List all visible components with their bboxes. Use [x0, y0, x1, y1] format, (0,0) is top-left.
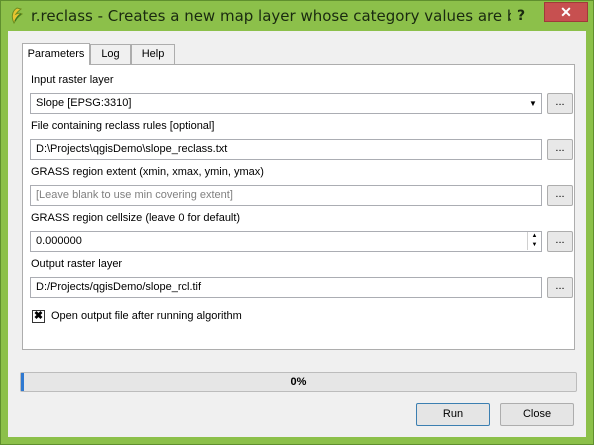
region-extent-browse-button[interactable]: ...	[547, 185, 573, 206]
progress-bar: 0%	[20, 372, 577, 392]
spin-down-icon[interactable]: ▼	[527, 241, 541, 250]
close-button[interactable]: Close	[500, 403, 574, 426]
output-raster-input[interactable]: D:/Projects/qgisDemo/slope_rcl.tif	[30, 277, 542, 298]
spin-up-icon[interactable]: ▲	[527, 232, 541, 241]
cellsize-spinbox[interactable]: 0.000000 ▲ ▼	[30, 231, 542, 252]
open-output-checkbox[interactable]: ✖	[32, 310, 45, 323]
dialog-body: Parameters Log Help Input raster layer S…	[8, 31, 586, 437]
window-close-button[interactable]: ✕	[544, 2, 588, 22]
input-raster-value: Slope [EPSG:3310]	[36, 97, 132, 109]
output-raster-browse-button[interactable]: ...	[547, 277, 573, 298]
qgis-logo-icon	[9, 7, 25, 25]
cellsize-label: GRASS region cellsize (leave 0 for defau…	[31, 212, 241, 224]
rules-file-input[interactable]: D:\Projects\qgisDemo\slope_reclass.txt	[30, 139, 542, 160]
input-raster-browse-button[interactable]: ...	[547, 93, 573, 114]
tab-help[interactable]: Help	[131, 44, 175, 65]
region-extent-input[interactable]: [Leave blank to use min covering extent]	[30, 185, 542, 206]
region-extent-label: GRASS region extent (xmin, xmax, ymin, y…	[31, 166, 264, 178]
rules-file-label: File containing reclass rules [optional]	[31, 120, 215, 132]
cellsize-browse-button[interactable]: ...	[547, 231, 573, 252]
cellsize-value: 0.000000	[36, 235, 82, 247]
title-bar[interactable]: r.reclass - Creates a new map layer whos…	[1, 1, 593, 31]
help-button[interactable]: ?	[511, 6, 531, 26]
tab-parameters[interactable]: Parameters	[22, 43, 90, 65]
progress-text: 0%	[290, 376, 307, 388]
chevron-down-icon[interactable]: ▼	[525, 94, 541, 113]
tab-log[interactable]: Log	[90, 44, 131, 65]
open-output-label: Open output file after running algorithm	[51, 310, 242, 322]
parameters-panel: Input raster layer Slope [EPSG:3310] ▼ .…	[22, 64, 575, 350]
input-raster-select[interactable]: Slope [EPSG:3310] ▼	[30, 93, 542, 114]
dialog-window: r.reclass - Creates a new map layer whos…	[0, 0, 594, 445]
window-title: r.reclass - Creates a new map layer whos…	[31, 7, 511, 25]
rules-file-browse-button[interactable]: ...	[547, 139, 573, 160]
output-raster-label: Output raster layer	[31, 258, 123, 270]
input-raster-label: Input raster layer	[31, 74, 114, 86]
run-button[interactable]: Run	[416, 403, 490, 426]
